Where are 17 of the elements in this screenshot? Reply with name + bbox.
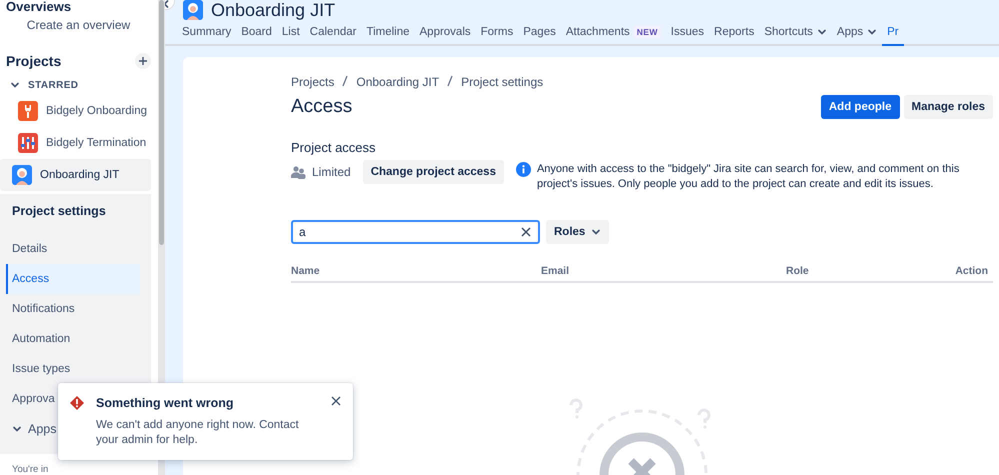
toast-message: We can't add anyone right now. Contact your admin for help. [96, 418, 300, 448]
column-header: Action [955, 265, 989, 277]
info-message: Anyone with access to the "bidgely" Jira site can search for, view, and comment on this project's issues. Only people you add to the project can create and edit its issues. [536, 162, 960, 192]
section-heading: Project access [291, 140, 377, 155]
toast-title: Something went wrong [96, 396, 234, 410]
project-title: Onboarding JIT [211, 0, 336, 20]
column-header: Email [541, 265, 570, 277]
access-level: Limited [312, 165, 351, 179]
column-header: Role [786, 265, 810, 277]
section-heading: Projects [6, 53, 62, 69]
page-title: Access [291, 96, 352, 118]
section-heading: Project settings [11, 203, 107, 220]
group-label: STARRED [28, 80, 78, 90]
footer-text: You're in [11, 464, 50, 475]
new-badge: NEW [634, 26, 661, 38]
section-heading: Overviews [6, 0, 72, 14]
column-header: Name [291, 265, 321, 277]
